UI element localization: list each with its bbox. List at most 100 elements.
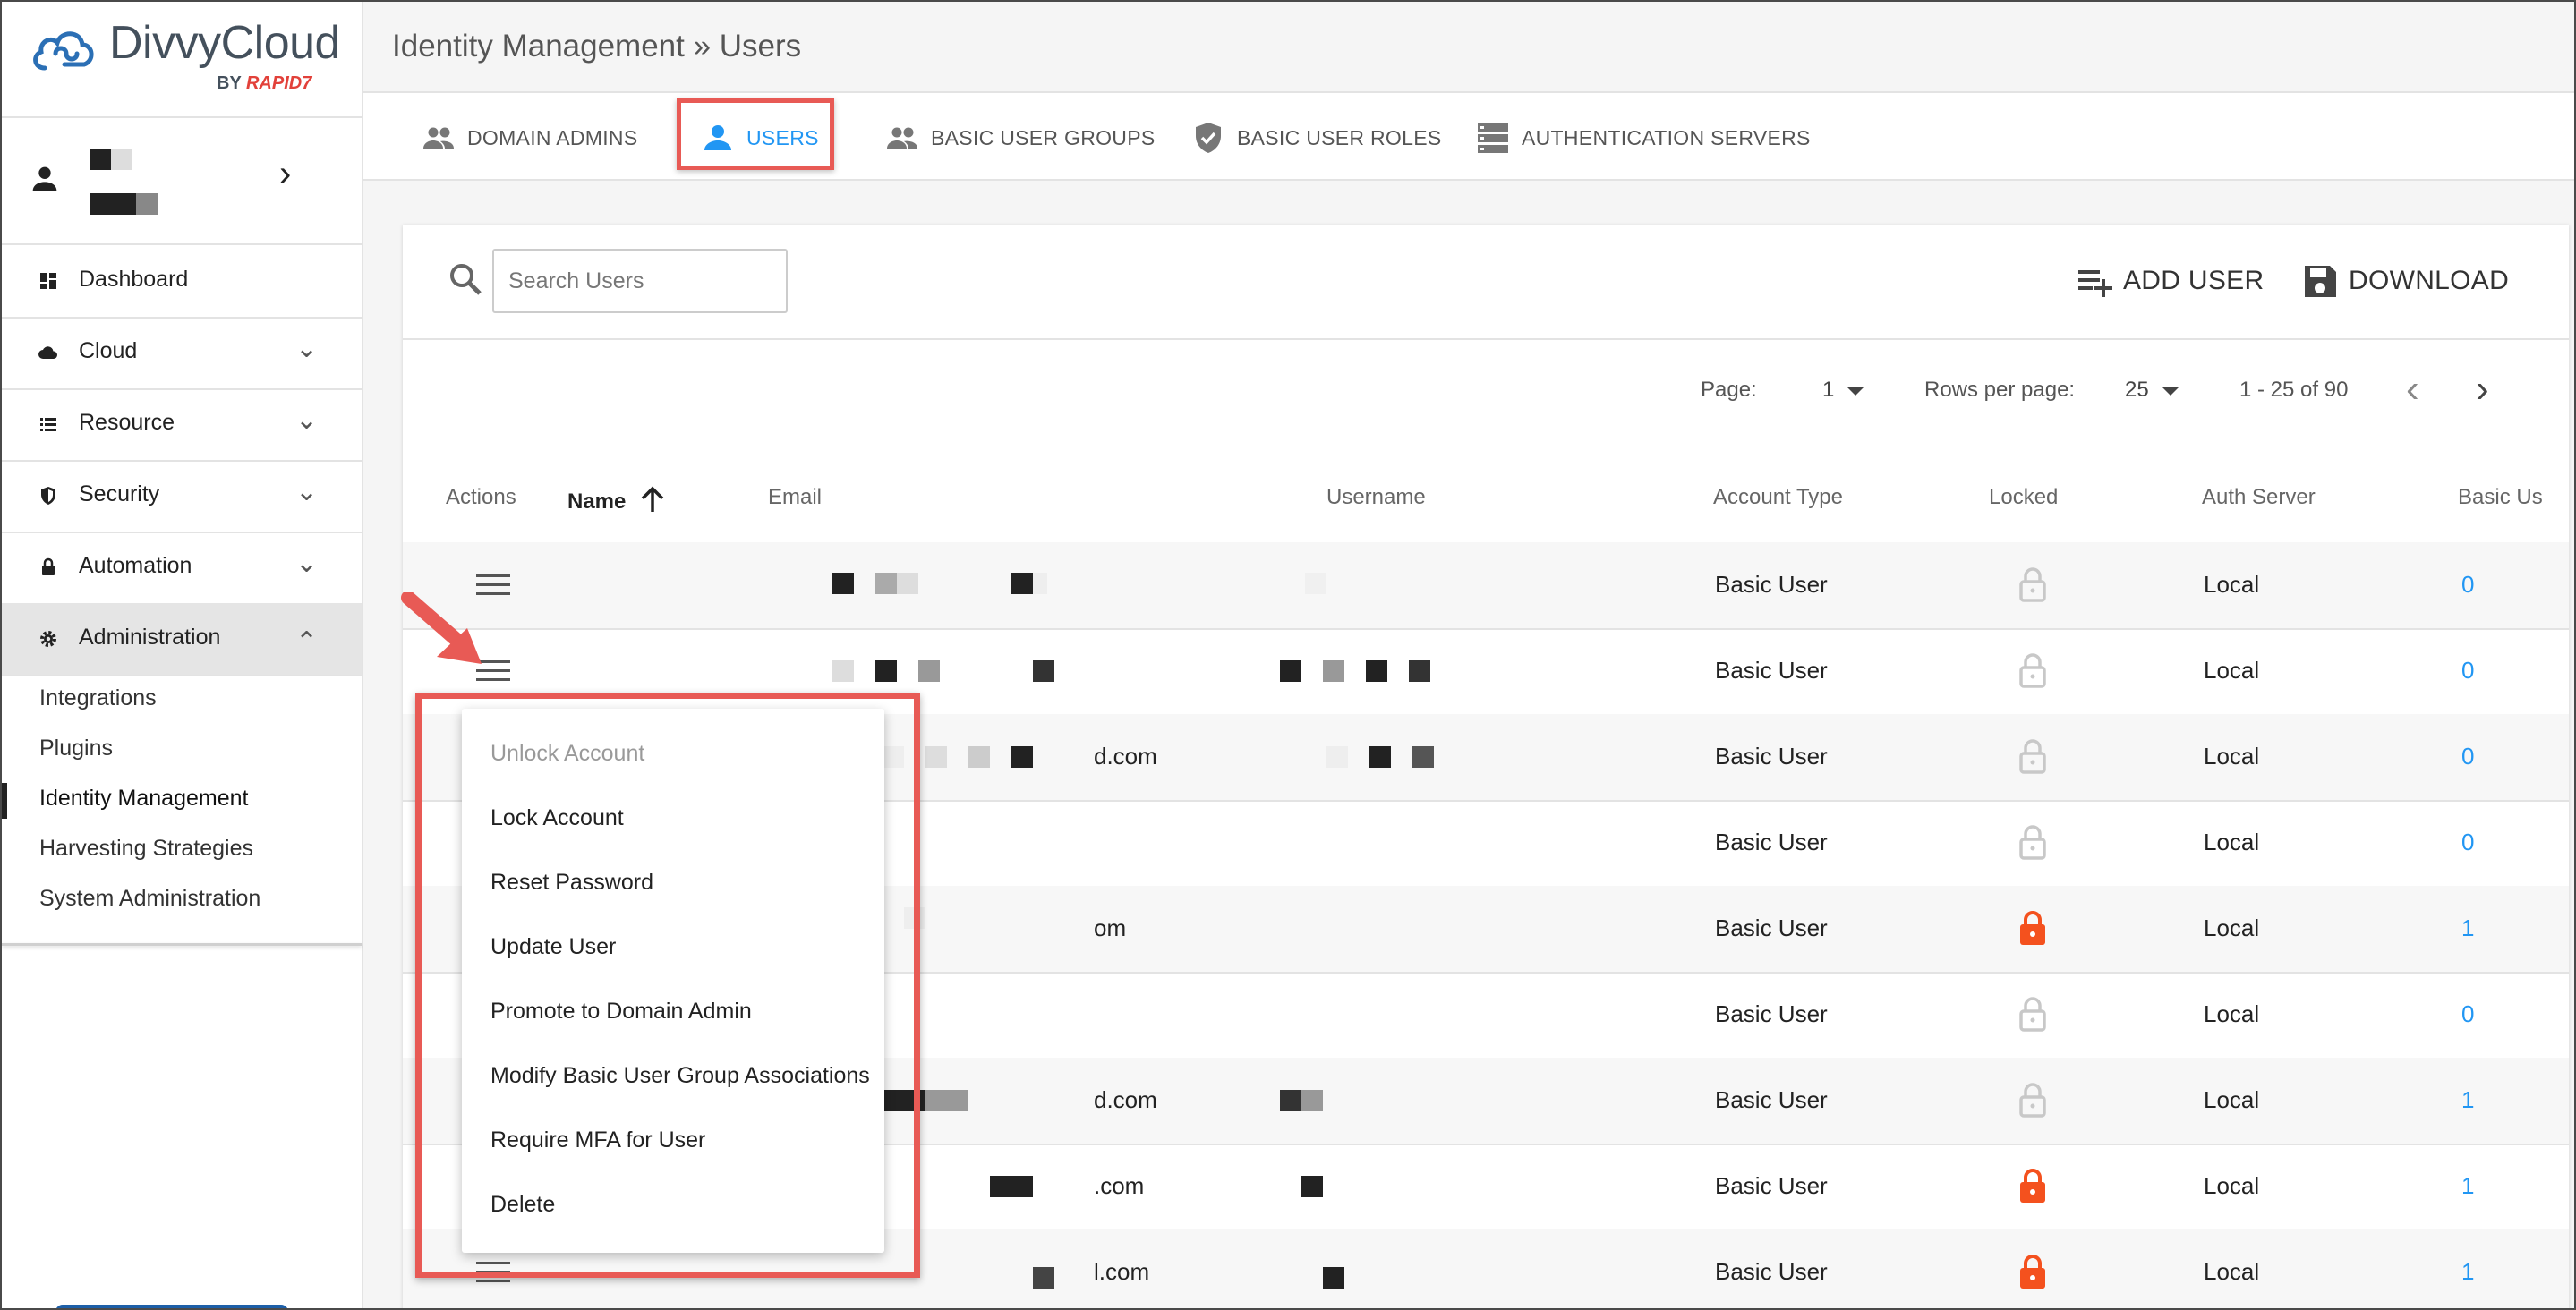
tab-label: DOMAIN ADMINS — [467, 125, 638, 149]
page-range: 1 - 25 of 90 — [2239, 378, 2349, 402]
basic-user-groups-link[interactable]: 0 — [2461, 657, 2474, 685]
basic-user-groups-link[interactable]: 1 — [2461, 914, 2474, 942]
pagination: Page: 1 Rows per page: 25 1 - 25 of 90 ‹… — [403, 340, 2569, 456]
menu-item-reset-password[interactable]: Reset Password — [490, 870, 653, 896]
sidebar-subitem-identity-management[interactable]: Identity Management — [39, 786, 248, 812]
arrow-up-icon — [641, 486, 664, 512]
redacted-block — [990, 1176, 1033, 1197]
toolbar: ADD USER DOWNLOAD — [403, 225, 2569, 340]
column-header-locked[interactable]: Locked — [1989, 485, 2058, 510]
sidebar-item-resource[interactable]: Resource ⌄ — [2, 388, 362, 462]
redacted-block — [1301, 1090, 1323, 1111]
redacted-block — [875, 660, 897, 682]
list-icon — [40, 418, 56, 431]
user-profile[interactable]: › — [2, 118, 362, 245]
chevron-left-icon[interactable]: ‹ — [2406, 367, 2419, 412]
menu-item-delete[interactable]: Delete — [490, 1192, 555, 1218]
add-user-button[interactable]: ADD USER — [2075, 261, 2264, 301]
basic-user-groups-link[interactable]: 1 — [2461, 1258, 2474, 1286]
gear-icon — [40, 631, 56, 647]
people-icon — [423, 127, 454, 149]
chevron-down-icon: ⌄ — [295, 549, 319, 578]
menu-item-promote-to-domain-admin[interactable]: Promote to Domain Admin — [490, 999, 752, 1025]
menu-item-lock-account[interactable]: Lock Account — [490, 805, 624, 831]
menu-item-unlock-account[interactable]: Unlock Account — [490, 741, 644, 767]
sidebar-item-automation[interactable]: Automation ⌄ — [2, 532, 362, 605]
shield-check-icon — [1196, 123, 1221, 153]
redacted-block — [1033, 573, 1047, 594]
column-header-account-type[interactable]: Account Type — [1713, 485, 1843, 510]
column-header-auth-server[interactable]: Auth Server — [2202, 485, 2316, 510]
basic-user-groups-link[interactable]: 1 — [2461, 1172, 2474, 1200]
divider — [2, 943, 362, 946]
sidebar-item-label: Security — [79, 481, 160, 506]
sidebar-subitem-system-administration[interactable]: System Administration — [39, 886, 260, 912]
column-header-basic-user-groups[interactable]: Basic Us — [2458, 485, 2543, 510]
playlist-add-icon — [2078, 270, 2112, 297]
page-select[interactable]: 1 — [1822, 378, 1865, 403]
page-header: Identity Management » Users — [363, 2, 2574, 93]
redacted-block — [1409, 660, 1430, 682]
basic-user-groups-link[interactable]: 0 — [2461, 1000, 2474, 1028]
redacted-block — [918, 660, 940, 682]
tab-label: AUTHENTICATION SERVERS — [1522, 125, 1811, 149]
basic-user-groups-link[interactable]: 0 — [2461, 743, 2474, 770]
unlocked-icon — [2019, 1083, 2046, 1118]
basic-user-groups-link[interactable]: 0 — [2461, 571, 2474, 599]
menu-item-require-mfa[interactable]: Require MFA for User — [490, 1127, 705, 1153]
sidebar-subitem-integrations[interactable]: Integrations — [39, 685, 157, 711]
menu-item-update-user[interactable]: Update User — [490, 934, 616, 960]
basic-user-groups-link[interactable]: 1 — [2461, 1086, 2474, 1114]
chevron-down-icon: ⌄ — [295, 477, 319, 506]
auth-server-cell: Local — [2204, 1172, 2260, 1199]
sidebar-item-label: Resource — [79, 410, 175, 435]
redacted-block — [1280, 1090, 1301, 1111]
tab-basic-user-groups[interactable]: BASIC USER GROUPS — [884, 120, 1156, 156]
search-input[interactable] — [492, 249, 788, 313]
basic-user-groups-link[interactable]: 0 — [2461, 829, 2474, 856]
account-type-cell: Basic User — [1715, 571, 1828, 598]
save-icon — [2305, 266, 2336, 297]
sidebar-item-cloud[interactable]: Cloud ⌄ — [2, 317, 362, 390]
sidebar-item-dashboard[interactable]: Dashboard — [2, 245, 362, 319]
column-header-username[interactable]: Username — [1326, 485, 1426, 510]
unlocked-icon — [2019, 825, 2046, 860]
logo[interactable]: DivvyCloud BY RAPID7 — [2, 2, 362, 118]
redacted-block — [1033, 1267, 1054, 1289]
auth-server-cell: Local — [2204, 1258, 2260, 1285]
auth-server-cell: Local — [2204, 829, 2260, 855]
chevron-up-icon: ⌃ — [295, 627, 319, 657]
redacted-org — [90, 193, 136, 215]
sidebar: DivvyCloud BY RAPID7 › Dashboard Cloud ⌄… — [2, 2, 363, 1308]
active-indicator — [2, 783, 7, 819]
person-icon — [32, 166, 57, 191]
help-button[interactable] — [55, 1305, 288, 1308]
menu-item-modify-basic-user-group-associations[interactable]: Modify Basic User Group Associations — [490, 1063, 870, 1089]
download-button[interactable]: DOWNLOAD — [2300, 261, 2509, 301]
redacted-block — [1011, 573, 1033, 594]
locked-icon — [2020, 1169, 2045, 1203]
email-cell: om — [1094, 914, 1127, 941]
tab-domain-admins[interactable]: DOMAIN ADMINS — [421, 120, 637, 156]
column-header-email[interactable]: Email — [768, 485, 822, 510]
redacted-block — [875, 573, 897, 594]
sidebar-subitem-harvesting-strategies[interactable]: Harvesting Strategies — [39, 836, 253, 862]
sidebar-item-security[interactable]: Security ⌄ — [2, 460, 362, 533]
column-header-actions: Actions — [446, 485, 516, 509]
tab-basic-user-roles[interactable]: BASIC USER ROLES — [1190, 120, 1441, 156]
unlocked-icon — [2019, 997, 2046, 1032]
tab-bar: DOMAIN ADMINS USERS BASIC USER GROUPS BA… — [363, 93, 2574, 181]
tab-authentication-servers[interactable]: AUTHENTICATION SERVERS — [1475, 120, 1811, 156]
redacted-name — [90, 149, 111, 170]
sidebar-item-administration[interactable]: Administration ⌃ — [2, 603, 362, 676]
chevron-right-icon[interactable]: › — [279, 154, 291, 194]
account-type-cell: Basic User — [1715, 914, 1828, 941]
breadcrumb: Identity Management » Users — [392, 29, 802, 64]
chevron-right-icon[interactable]: › — [2476, 367, 2489, 412]
locked-icon — [2020, 1255, 2045, 1289]
rows-per-page-select[interactable]: 25 — [2125, 378, 2179, 403]
column-header-name[interactable]: Name — [567, 485, 668, 515]
redacted-block — [1326, 746, 1348, 768]
sidebar-subitem-plugins[interactable]: Plugins — [39, 736, 113, 761]
logo-byline: BY RAPID7 — [217, 73, 312, 93]
